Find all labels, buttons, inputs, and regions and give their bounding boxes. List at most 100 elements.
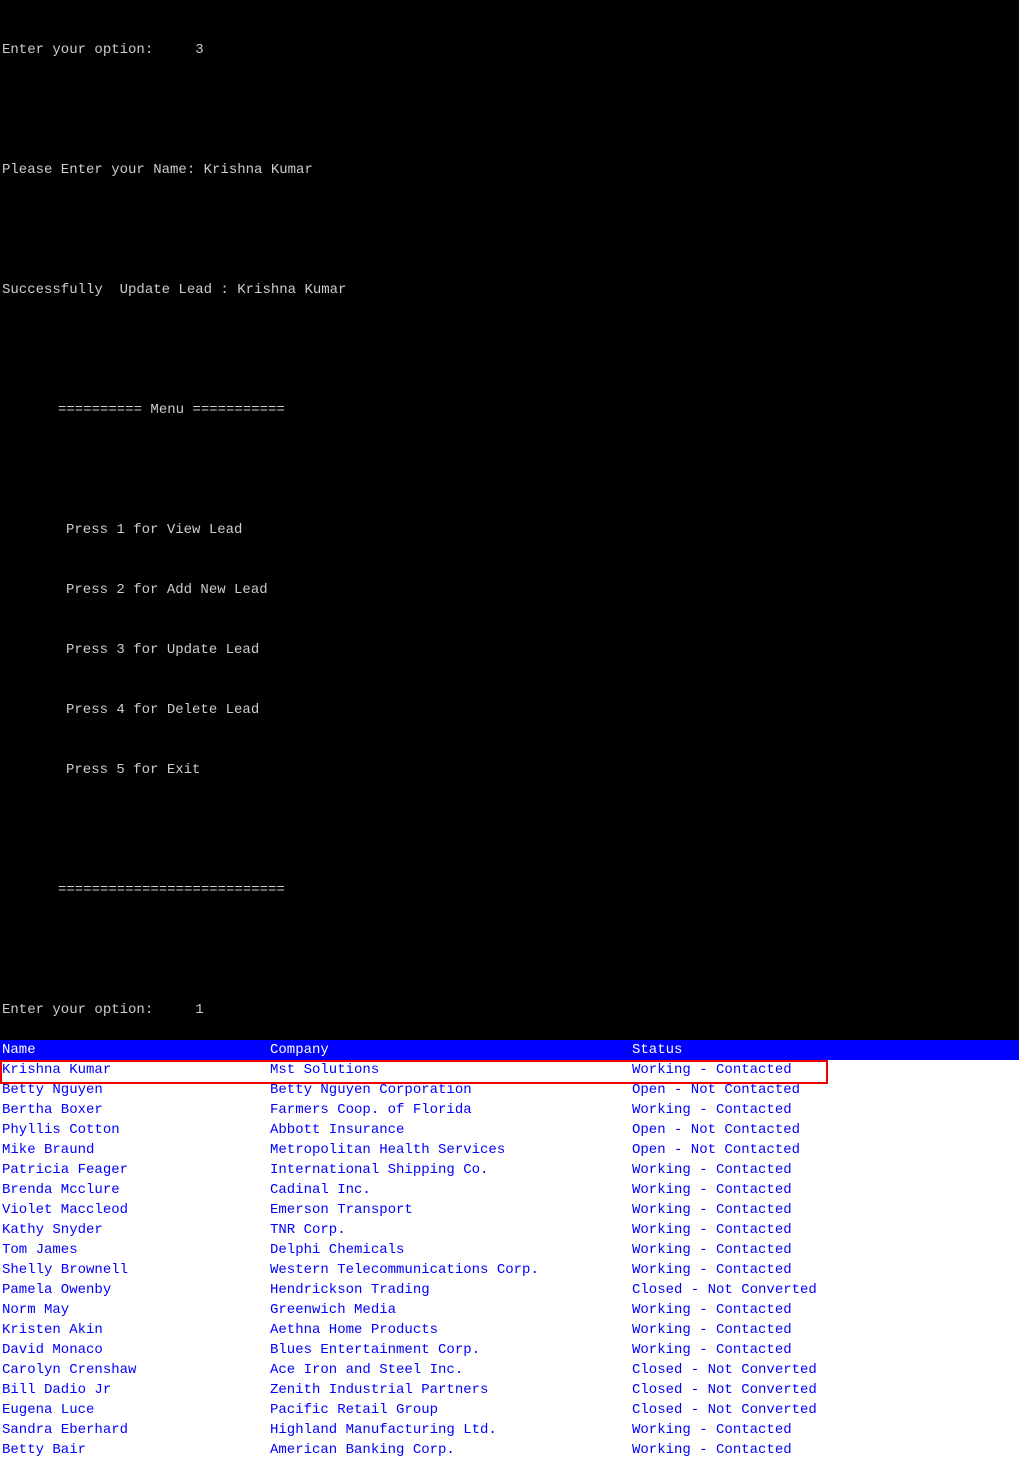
- cell-name: David Monaco: [2, 1340, 270, 1360]
- cell-company: Farmers Coop. of Florida: [270, 1100, 632, 1120]
- menu-footer: ===========================: [0, 880, 1019, 900]
- cell-company: Betty Nguyen Corporation: [270, 1080, 632, 1100]
- table-row: Kristen AkinAethna Home ProductsWorking …: [0, 1320, 1019, 1340]
- cell-company: Zenith Industrial Partners: [270, 1380, 632, 1400]
- cell-status: Open - Not Contacted: [632, 1120, 1019, 1140]
- cell-company: Delphi Chemicals: [270, 1240, 632, 1260]
- menu-item-3: Press 3 for Update Lead: [0, 640, 1019, 660]
- cell-status: Closed - Not Converted: [632, 1280, 1019, 1300]
- cell-status: Working - Contacted: [632, 1160, 1019, 1180]
- cell-name: Tom James: [2, 1240, 270, 1260]
- table-row: Violet MaccleodEmerson TransportWorking …: [0, 1200, 1019, 1220]
- blank-line: [0, 100, 1019, 120]
- cell-name: Kathy Snyder: [2, 1220, 270, 1240]
- cell-name: Eugena Luce: [2, 1400, 270, 1420]
- cell-company: Blues Entertainment Corp.: [270, 1340, 632, 1360]
- cell-status: Working - Contacted: [632, 1300, 1019, 1320]
- cell-name: Krishna Kumar: [2, 1060, 270, 1080]
- table-row: Carolyn CrenshawAce Iron and Steel Inc.C…: [0, 1360, 1019, 1380]
- table-row: Krishna KumarMst SolutionsWorking - Cont…: [0, 1060, 1019, 1080]
- table-body: Krishna KumarMst SolutionsWorking - Cont…: [0, 1060, 1019, 1460]
- menu-item-5: Press 5 for Exit: [0, 760, 1019, 780]
- cell-status: Working - Contacted: [632, 1220, 1019, 1240]
- table-row: Mike BraundMetropolitan Health ServicesO…: [0, 1140, 1019, 1160]
- blank-line: [0, 340, 1019, 360]
- cell-status: Open - Not Contacted: [632, 1140, 1019, 1160]
- table-row: Brenda McclureCadinal Inc.Working - Cont…: [0, 1180, 1019, 1200]
- cell-name: Bertha Boxer: [2, 1100, 270, 1120]
- header-name: Name: [2, 1040, 270, 1060]
- success-message: Successfully Update Lead : Krishna Kumar: [0, 280, 1019, 300]
- cell-company: Hendrickson Trading: [270, 1280, 632, 1300]
- table-row: Patricia FeagerInternational Shipping Co…: [0, 1160, 1019, 1180]
- table-row: Betty NguyenBetty Nguyen CorporationOpen…: [0, 1080, 1019, 1100]
- cell-company: Pacific Retail Group: [270, 1400, 632, 1420]
- name-prompt: Please Enter your Name: Krishna Kumar: [0, 160, 1019, 180]
- cell-status: Working - Contacted: [632, 1060, 1019, 1080]
- menu-item-2: Press 2 for Add New Lead: [0, 580, 1019, 600]
- cell-status: Working - Contacted: [632, 1260, 1019, 1280]
- table-row: Kathy SnyderTNR Corp.Working - Contacted: [0, 1220, 1019, 1240]
- cell-status: Working - Contacted: [632, 1200, 1019, 1220]
- cell-name: Betty Nguyen: [2, 1080, 270, 1100]
- table-row: Betty BairAmerican Banking Corp.Working …: [0, 1440, 1019, 1460]
- cell-company: Highland Manufacturing Ltd.: [270, 1420, 632, 1440]
- cell-name: Carolyn Crenshaw: [2, 1360, 270, 1380]
- blank-line: [0, 820, 1019, 840]
- table-row: Shelly BrownellWestern Telecommunication…: [0, 1260, 1019, 1280]
- menu-header: ========== Menu ===========: [0, 400, 1019, 420]
- cell-status: Working - Contacted: [632, 1320, 1019, 1340]
- cell-status: Working - Contacted: [632, 1420, 1019, 1440]
- cell-company: Abbott Insurance: [270, 1120, 632, 1140]
- cell-name: Pamela Owenby: [2, 1280, 270, 1300]
- table-row: Bertha BoxerFarmers Coop. of FloridaWork…: [0, 1100, 1019, 1120]
- table-row: Eugena LucePacific Retail GroupClosed - …: [0, 1400, 1019, 1420]
- cell-company: International Shipping Co.: [270, 1160, 632, 1180]
- cell-status: Open - Not Contacted: [632, 1080, 1019, 1100]
- cell-company: TNR Corp.: [270, 1220, 632, 1240]
- blank-line: [0, 460, 1019, 480]
- cell-company: Aethna Home Products: [270, 1320, 632, 1340]
- cell-status: Closed - Not Converted: [632, 1360, 1019, 1380]
- cell-company: Western Telecommunications Corp.: [270, 1260, 632, 1280]
- cell-name: Betty Bair: [2, 1440, 270, 1460]
- cell-status: Working - Contacted: [632, 1440, 1019, 1460]
- cell-name: Sandra Eberhard: [2, 1420, 270, 1440]
- header-company: Company: [270, 1040, 632, 1060]
- table-row: Sandra EberhardHighland Manufacturing Lt…: [0, 1420, 1019, 1440]
- blank-line: [0, 220, 1019, 240]
- table-row: Norm MayGreenwich MediaWorking - Contact…: [0, 1300, 1019, 1320]
- cell-name: Shelly Brownell: [2, 1260, 270, 1280]
- option-prompt-1: Enter your option: 3: [0, 40, 1019, 60]
- cell-company: Emerson Transport: [270, 1200, 632, 1220]
- cell-status: Closed - Not Converted: [632, 1400, 1019, 1420]
- cell-name: Mike Braund: [2, 1140, 270, 1160]
- cell-name: Violet Maccleod: [2, 1200, 270, 1220]
- cell-status: Working - Contacted: [632, 1240, 1019, 1260]
- cell-company: Cadinal Inc.: [270, 1180, 632, 1200]
- cell-status: Closed - Not Converted: [632, 1380, 1019, 1400]
- cell-name: Brenda Mcclure: [2, 1180, 270, 1200]
- option-prompt-2: Enter your option: 1: [0, 1000, 1019, 1020]
- cell-name: Phyllis Cotton: [2, 1120, 270, 1140]
- table-row: Tom JamesDelphi ChemicalsWorking - Conta…: [0, 1240, 1019, 1260]
- terminal-output: Enter your option: 3 Please Enter your N…: [0, 0, 1019, 1040]
- table-row: Pamela OwenbyHendrickson TradingClosed -…: [0, 1280, 1019, 1300]
- cell-status: Working - Contacted: [632, 1180, 1019, 1200]
- cell-name: Patricia Feager: [2, 1160, 270, 1180]
- cell-name: Norm May: [2, 1300, 270, 1320]
- blank-line: [0, 940, 1019, 960]
- cell-status: Working - Contacted: [632, 1340, 1019, 1360]
- cell-company: Metropolitan Health Services: [270, 1140, 632, 1160]
- cell-company: Greenwich Media: [270, 1300, 632, 1320]
- table-row: Bill Dadio JrZenith Industrial PartnersC…: [0, 1380, 1019, 1400]
- table-row: David MonacoBlues Entertainment Corp.Wor…: [0, 1340, 1019, 1360]
- cell-company: American Banking Corp.: [270, 1440, 632, 1460]
- cell-company: Mst Solutions: [270, 1060, 632, 1080]
- table-header: Name Company Status: [0, 1040, 1019, 1060]
- menu-item-1: Press 1 for View Lead: [0, 520, 1019, 540]
- menu-item-4: Press 4 for Delete Lead: [0, 700, 1019, 720]
- cell-status: Working - Contacted: [632, 1100, 1019, 1120]
- cell-company: Ace Iron and Steel Inc.: [270, 1360, 632, 1380]
- header-status: Status: [632, 1040, 1019, 1060]
